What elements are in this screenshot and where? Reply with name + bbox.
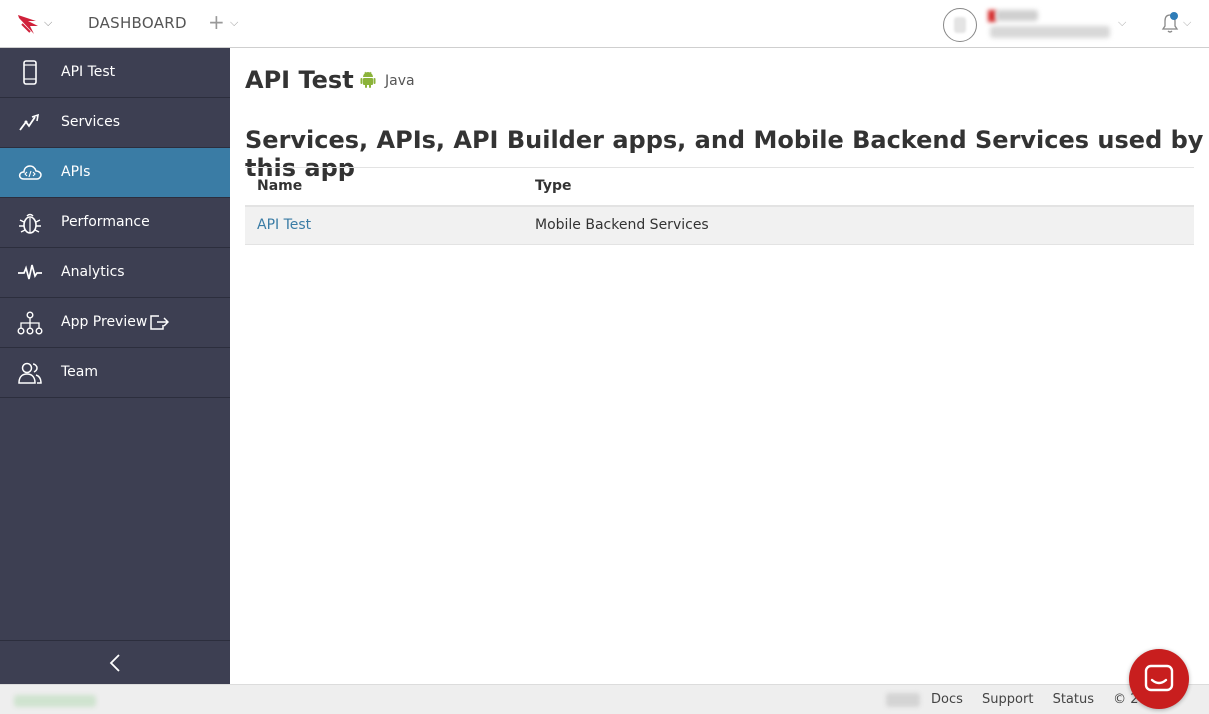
user-name-redacted [988, 10, 996, 22]
footer-redacted-text [14, 695, 96, 707]
footer-link-support[interactable]: Support [982, 692, 1033, 707]
sidebar-item-label: Performance [61, 214, 150, 230]
footer-link-docs[interactable]: Docs [931, 692, 963, 707]
footer: Docs Support Status © 2018 [0, 684, 1209, 714]
footer-redacted-text [886, 693, 920, 707]
table-row: API Test Mobile Backend Services [245, 205, 1194, 245]
notification-dot [1170, 12, 1178, 20]
services-icon [19, 113, 40, 131]
column-header-name[interactable]: Name [245, 167, 523, 207]
footer-links: Docs Support Status © 2018 [931, 692, 1163, 707]
add-icon[interactable]: + [208, 11, 225, 33]
sidebar-item-team[interactable]: Team [0, 348, 230, 398]
sidebar-item-label: Analytics [61, 264, 125, 280]
sidebar-item-label: API Test [61, 64, 116, 80]
sidebar: API Test Services APIs Performance Analy… [0, 48, 230, 684]
chevron-left-icon [109, 654, 120, 672]
chevron-down-icon[interactable]: ⌵ [1118, 16, 1126, 30]
chevron-down-icon[interactable]: ⌵ [230, 16, 238, 30]
column-header-type[interactable]: Type [523, 167, 1194, 207]
chevron-down-icon[interactable]: ⌵ [1183, 16, 1191, 30]
collapse-sidebar-button[interactable] [0, 640, 230, 684]
team-icon [18, 362, 42, 384]
user-org-redacted [990, 26, 1110, 38]
sidebar-item-label: Services [61, 114, 121, 130]
avatar[interactable] [943, 8, 977, 42]
sidebar-item-label: APIs [61, 164, 91, 180]
main-content: API Test Java Services, APIs, API Builde… [230, 48, 1209, 684]
bug-icon [19, 213, 41, 234]
table-cell-type: Mobile Backend Services [523, 205, 1194, 245]
page-title: API Test [245, 66, 354, 94]
service-link[interactable]: API Test [257, 217, 311, 233]
table-cell-name: API Test [245, 205, 523, 245]
chat-icon [1144, 664, 1174, 692]
phone-icon [23, 60, 37, 85]
sidebar-item-api-test[interactable]: API Test [0, 48, 230, 98]
android-icon [360, 71, 376, 88]
table-header-row: Name Type [245, 167, 1194, 207]
sidebar-item-services[interactable]: Services [0, 98, 230, 148]
sidebar-item-app-preview[interactable]: App Preview [0, 298, 230, 348]
cloud-code-icon [18, 165, 42, 180]
pulse-icon [18, 264, 42, 280]
chevron-down-icon[interactable]: ⌵ [44, 16, 52, 30]
platform-label: Java [385, 73, 415, 89]
sidebar-item-label: App Preview [61, 314, 148, 330]
sidebar-item-apis[interactable]: APIs [0, 148, 230, 198]
external-link-icon[interactable] [149, 313, 169, 331]
services-table: Name Type API Test Mobile Backend Servic… [245, 167, 1194, 245]
user-name-redacted [996, 10, 1038, 21]
sidebar-item-label: Team [61, 364, 99, 380]
footer-link-status[interactable]: Status [1053, 692, 1094, 707]
hierarchy-icon [17, 311, 43, 335]
top-bar: ⌵ DASHBOARD + ⌵ ⌵ ⌵ [0, 0, 1209, 48]
brand-logo-icon[interactable] [16, 12, 42, 36]
sidebar-item-performance[interactable]: Performance [0, 198, 230, 248]
sidebar-item-analytics[interactable]: Analytics [0, 248, 230, 298]
chat-launcher-button[interactable] [1129, 649, 1189, 709]
dashboard-link[interactable]: DASHBOARD [88, 14, 187, 32]
